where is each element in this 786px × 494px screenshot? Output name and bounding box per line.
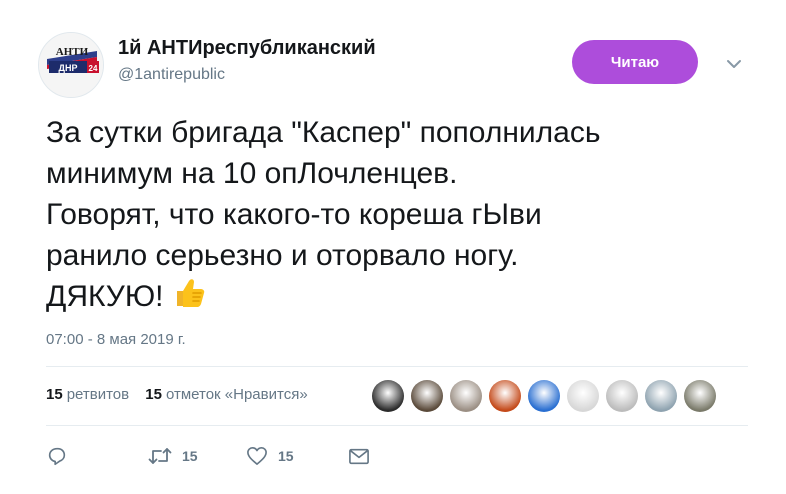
heart-icon xyxy=(247,447,267,465)
liker-avatars xyxy=(372,380,723,412)
screen-name[interactable]: @1antirepublic xyxy=(118,66,225,84)
reply-button[interactable] xyxy=(46,444,68,468)
chevron-down-icon[interactable] xyxy=(726,58,742,70)
avatar-logo-icon: АНТИ ДНР 24 xyxy=(39,33,103,97)
tweet-line-3: Говорят, что какого-то кореша гЫви xyxy=(46,198,542,231)
likes-label: отметок «Нравится» xyxy=(165,386,308,403)
liker-avatar-7[interactable] xyxy=(606,380,638,412)
display-name[interactable]: 1й АНТИреспубликанский xyxy=(118,37,376,60)
retweet-count: 15 xyxy=(182,448,198,464)
tweet-card: АНТИ ДНР 24 1й АНТИреспубликанский @1ant… xyxy=(0,0,786,494)
liker-avatar-3[interactable] xyxy=(450,380,482,412)
envelope-icon xyxy=(349,448,369,465)
retweets-count: 15 xyxy=(46,386,63,403)
direct-message-button[interactable] xyxy=(348,444,370,468)
likes-count: 15 xyxy=(145,386,162,403)
engagement-stats: 15 ретвитов 15 отметок «Нравится» xyxy=(46,386,320,403)
liker-avatar-1[interactable] xyxy=(372,380,404,412)
avatar[interactable]: АНТИ ДНР 24 xyxy=(38,32,104,98)
liker-avatar-5[interactable] xyxy=(528,380,560,412)
retweet-icon xyxy=(148,448,172,464)
reply-icon xyxy=(48,447,66,466)
tweet-line-5: ДЯКУЮ! xyxy=(46,276,726,317)
tweet-line-5-text: ДЯКУЮ! xyxy=(46,280,164,313)
avatar-text-top: АНТИ xyxy=(56,46,89,58)
tweet-text: За сутки бригада "Каспер" пополнилась ми… xyxy=(46,112,726,317)
likes-stat[interactable]: 15 отметок «Нравится» xyxy=(145,386,307,403)
liker-avatar-9[interactable] xyxy=(684,380,716,412)
timestamp[interactable]: 07:00 - 8 мая 2019 г. xyxy=(46,331,186,348)
liker-avatar-8[interactable] xyxy=(645,380,677,412)
retweets-label: ретвитов xyxy=(66,386,130,403)
tweet-line-1: За сутки бригада "Каспер" пополнилась xyxy=(46,116,601,149)
tweet-line-2: минимум на 10 опЛочленцев. xyxy=(46,157,458,190)
thumbs-up-icon xyxy=(176,279,204,307)
liker-avatar-6[interactable] xyxy=(567,380,599,412)
divider-top xyxy=(46,366,748,367)
retweets-stat[interactable]: 15 ретвитов xyxy=(46,386,129,403)
avatar-text-bottom: ДНР xyxy=(59,63,78,73)
liker-avatar-4[interactable] xyxy=(489,380,521,412)
like-button[interactable]: 15 xyxy=(246,444,294,468)
tweet-line-4: ранило серьезно и оторвало ногу. xyxy=(46,239,519,272)
follow-button[interactable]: Читаю xyxy=(572,40,698,84)
avatar-badge: 24 xyxy=(89,64,98,73)
like-count: 15 xyxy=(278,448,294,464)
retweet-button[interactable]: 15 xyxy=(148,444,198,468)
divider-bottom xyxy=(46,425,748,426)
liker-avatar-2[interactable] xyxy=(411,380,443,412)
